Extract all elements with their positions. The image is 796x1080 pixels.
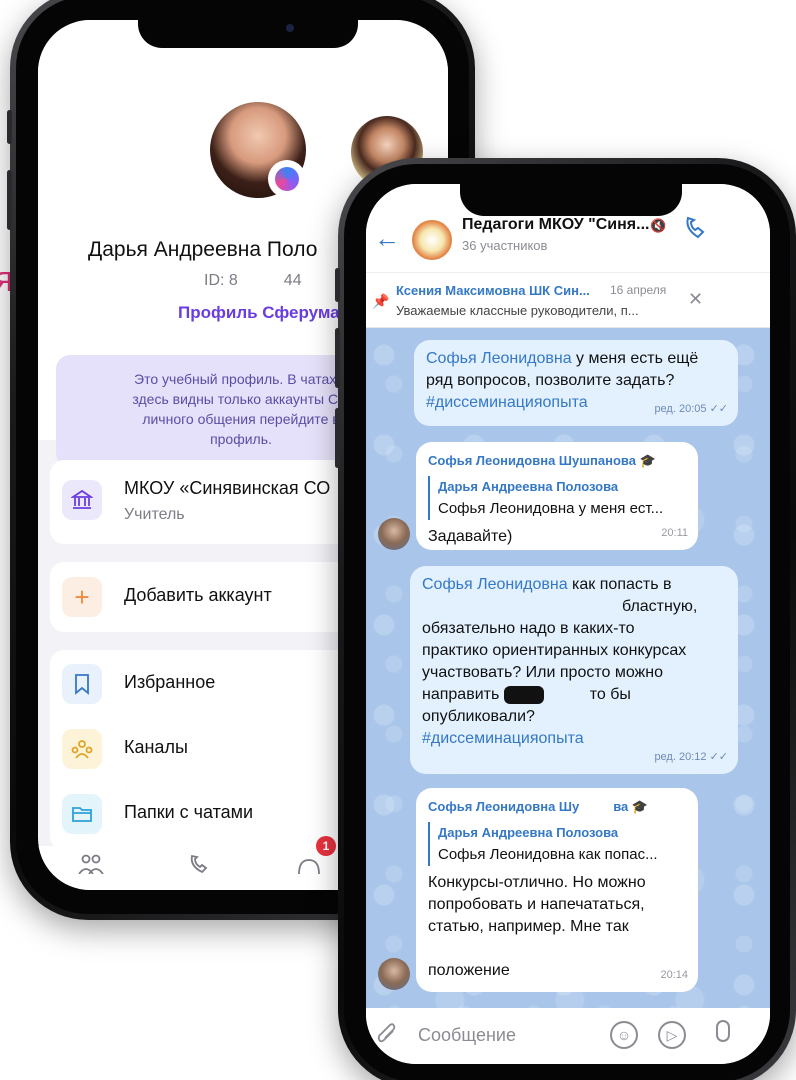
video-message-icon[interactable]: ▷ [658,1021,686,1049]
profile-id: ID: 8 44 [204,272,302,290]
message-body: Задавайте) [428,528,513,545]
message-bubble[interactable]: Софья Леонидовна как попасть в бластную,… [410,566,738,774]
message-time: 20:14 [660,969,688,981]
sferum-logo-icon [268,160,306,198]
sender-avatar[interactable] [378,958,410,990]
organization-name: МКОУ «Синявинская СО [124,478,331,498]
side-button [335,328,340,388]
message-body: Конкурсы-отлично. Но можно попробовать и… [428,874,646,979]
group-avatar[interactable] [412,220,452,260]
microphone-icon[interactable] [716,1020,730,1042]
read-checkmarks-icon: ✓✓ [709,403,728,415]
read-checkmarks-icon: ✓✓ [709,751,728,763]
message-bubble[interactable]: Софья Леонидовна Шушпанова 🎓 Дарья Андре… [416,442,698,550]
plus-icon: + [62,577,102,617]
chat-screen: ← Педагоги МКОУ "Синя... 36 участников 🔇… [366,184,770,1064]
profile-name: Дарья Андреевна Поло [88,238,318,261]
message-time: ред. 20:12 ✓✓ [654,751,728,763]
message-composer: Сообщение ☺ ▷ [366,1008,770,1064]
profile-id-suffix: 44 [283,272,302,289]
message-sender[interactable]: Софья Леонидовна Шу ва 🎓 [428,796,686,818]
reply-quote[interactable]: Дарья Андреевна Полозова Софья Леонидовн… [428,822,686,866]
message-time: 20:11 [661,527,688,539]
side-button [335,268,340,302]
composite-image: я Дарья Андреевна Поло ID: 8 44 Профиль С… [0,0,796,1080]
add-account-label: Добавить аккаунт [124,585,272,605]
message-text: Софья Леонидовна у меня есть ещё ряд воп… [426,348,726,392]
camera-icon [286,24,294,32]
mention[interactable]: Софья Леонидовна [426,350,572,367]
tab-chats-icon[interactable] [296,854,322,879]
message-input[interactable]: Сообщение [418,1025,516,1046]
pinned-date: 16 апреля [610,283,667,297]
reply-author: Дарья Андреевна Полозова [438,825,619,840]
pinned-author: Ксения Максимовна ШК Син... [396,283,590,298]
pin-icon: 📌 [372,293,390,309]
profile-id-prefix: ID: 8 [204,272,238,289]
folder-icon [62,794,102,834]
unread-badge: 1 [316,836,336,856]
phone-notch [460,176,682,216]
message-bubble[interactable]: Софья Леонидовна у меня есть ещё ряд воп… [414,340,738,426]
emoji-icon[interactable]: ☺ [610,1021,638,1049]
pinned-message[interactable]: 📌 Ксения Максимовна ШК Син... 16 апреля … [366,272,770,328]
mute-icon: 🔇 [650,218,667,233]
phone-notch [138,12,358,48]
reply-text: Софья Леонидовна как попас... [438,846,658,863]
school-building-icon [62,480,102,520]
graduation-cap-icon: 🎓 [631,799,649,814]
mention[interactable]: Софья Леонидовна [422,576,568,593]
reply-text: Софья Леонидовна у меня ест... [438,500,664,517]
bookmark-icon [62,664,102,704]
message-bubble[interactable]: Софья Леонидовна Шу ва 🎓 Дарья Андреевна … [416,788,698,992]
attach-paperclip-icon[interactable] [376,1022,398,1052]
back-arrow-icon[interactable]: ← [374,225,400,251]
reply-author: Дарья Андреевна Полозова [438,479,619,494]
graduation-cap-icon: 🎓 [639,453,656,468]
side-button [335,408,340,468]
phone-call-icon[interactable] [682,214,710,242]
close-icon[interactable]: ✕ [688,289,703,310]
folders-label: Папки с чатами [124,802,254,822]
message-text: Софья Леонидовна как попасть в бластную,… [422,576,698,725]
side-button [7,170,12,230]
sferum-profile-link[interactable]: Профиль Сферума [178,303,340,323]
message-time: ред. 20:05 ✓✓ [654,403,728,415]
tab-contacts-icon[interactable] [78,854,104,879]
message-list[interactable]: Софья Леонидовна у меня есть ещё ряд воп… [366,328,770,1008]
favorites-label: Избранное [124,672,216,692]
phone-chat: ← Педагоги МКОУ "Синя... 36 участников 🔇… [335,158,796,1080]
organization-role: Учитель [124,506,185,523]
side-button [7,110,12,144]
sender-avatar[interactable] [378,518,410,550]
channels-icon [62,729,102,769]
tab-calls-icon[interactable] [188,854,212,879]
pinned-text: Уважаемые классные руководители, п... [396,303,639,318]
channels-label: Каналы [124,737,188,757]
reply-quote[interactable]: Дарья Андреевна Полозова Софья Леонидовн… [428,476,686,520]
chat-member-count: 36 участников [462,238,548,253]
message-sender[interactable]: Софья Леонидовна Шушпанова 🎓 [428,450,686,472]
chat-title[interactable]: Педагоги МКОУ "Синя... [462,216,649,234]
